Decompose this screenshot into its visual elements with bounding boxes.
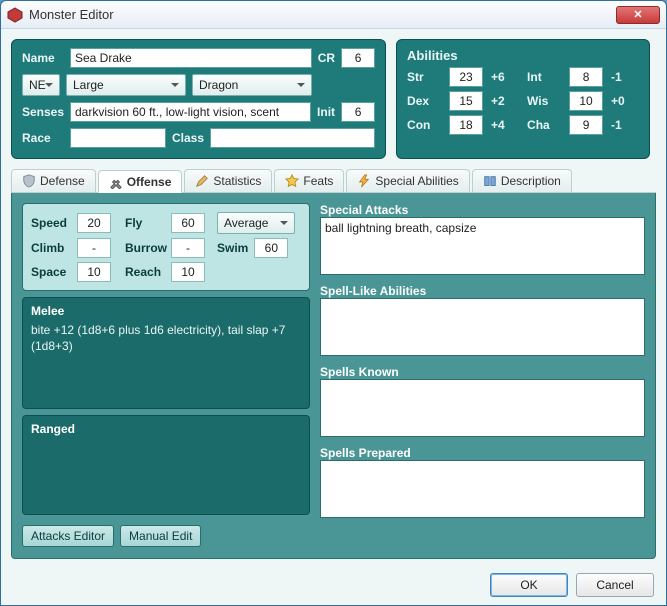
spells-known-section: Spells Known <box>320 365 645 440</box>
basics-panel: Name CR NE Large Dragon Senses Init <box>11 39 386 159</box>
tab-strip: Defense Offense Statistics Feats Special… <box>11 169 656 193</box>
offense-tab-body: Speed Fly Average Climb Burrow Swim <box>11 193 656 559</box>
melee-text: bite +12 (1d8+6 plus 1d6 electricity), t… <box>31 322 301 372</box>
spells-prepared-input[interactable] <box>320 460 645 518</box>
melee-panel: Melee bite +12 (1d8+6 plus 1d6 electrici… <box>22 297 310 409</box>
int-label: Int <box>527 70 561 84</box>
dialog-buttons: OK Cancel <box>490 573 654 597</box>
wis-mod: +0 <box>611 94 639 108</box>
manual-edit-button[interactable]: Manual Edit <box>120 525 201 547</box>
name-input[interactable] <box>70 48 312 68</box>
attacks-editor-button[interactable]: Attacks Editor <box>22 525 114 547</box>
con-label: Con <box>407 118 441 132</box>
space-label: Space <box>31 265 71 279</box>
speed-box: Speed Fly Average Climb Burrow Swim <box>22 203 310 291</box>
tab-feats[interactable]: Feats <box>274 169 344 192</box>
book-icon <box>483 174 497 188</box>
star-icon <box>285 174 299 188</box>
int-mod: -1 <box>611 70 639 84</box>
special-attacks-input[interactable] <box>320 217 645 275</box>
fly-input[interactable] <box>171 213 205 233</box>
wis-label: Wis <box>527 94 561 108</box>
senses-label: Senses <box>22 105 64 119</box>
titlebar: Monster Editor ✕ <box>1 1 666 29</box>
str-mod: +6 <box>491 70 519 84</box>
app-icon <box>7 7 23 23</box>
int-input[interactable] <box>569 67 603 87</box>
swords-icon <box>109 175 123 189</box>
cha-input[interactable] <box>569 115 603 135</box>
con-input[interactable] <box>449 115 483 135</box>
tab-statistics[interactable]: Statistics <box>184 169 272 192</box>
space-input[interactable] <box>77 262 111 282</box>
burrow-label: Burrow <box>125 241 165 255</box>
window-close-button[interactable]: ✕ <box>616 6 660 24</box>
ranged-text <box>31 440 301 490</box>
con-mod: +4 <box>491 118 519 132</box>
pencil-icon <box>195 174 209 188</box>
swim-input[interactable] <box>254 238 288 258</box>
dex-mod: +2 <box>491 94 519 108</box>
init-label: Init <box>317 105 335 119</box>
cr-label: CR <box>318 51 335 65</box>
race-label: Race <box>22 131 64 145</box>
race-input[interactable] <box>70 128 166 148</box>
fly-label: Fly <box>125 216 165 230</box>
maneuverability-select[interactable]: Average <box>217 212 295 234</box>
dex-input[interactable] <box>449 91 483 111</box>
speed-label: Speed <box>31 216 71 230</box>
spells-known-input[interactable] <box>320 379 645 437</box>
reach-label: Reach <box>125 265 165 279</box>
name-label: Name <box>22 51 64 65</box>
sla-input[interactable] <box>320 298 645 356</box>
tab-defense[interactable]: Defense <box>11 169 96 192</box>
alignment-select[interactable]: NE <box>22 74 60 96</box>
tab-offense[interactable]: Offense <box>98 170 183 193</box>
reach-input[interactable] <box>171 262 205 282</box>
cha-mod: -1 <box>611 118 639 132</box>
burrow-input[interactable] <box>171 238 205 258</box>
sla-section: Spell-Like Abilities <box>320 284 645 359</box>
senses-input[interactable] <box>70 102 311 122</box>
ok-button[interactable]: OK <box>490 573 568 597</box>
window-title: Monster Editor <box>29 7 114 22</box>
wis-input[interactable] <box>569 91 603 111</box>
tab-special-abilities[interactable]: Special Abilities <box>346 169 469 192</box>
ranged-panel: Ranged <box>22 415 310 515</box>
monster-editor-window: Monster Editor ✕ Name CR NE Large Dragon… <box>0 0 667 606</box>
abilities-panel: Abilities Str +6 Int -1 Dex +2 Wis +0 Co… <box>396 39 650 159</box>
cha-label: Cha <box>527 118 561 132</box>
special-attacks-section: Special Attacks <box>320 203 645 278</box>
str-input[interactable] <box>449 67 483 87</box>
climb-label: Climb <box>31 241 71 255</box>
class-input[interactable] <box>210 128 375 148</box>
spells-known-title: Spells Known <box>320 365 645 379</box>
shield-icon <box>22 174 36 188</box>
cancel-button[interactable]: Cancel <box>576 573 654 597</box>
type-select[interactable]: Dragon <box>192 74 312 96</box>
spells-prepared-title: Spells Prepared <box>320 446 645 460</box>
climb-input[interactable] <box>77 238 111 258</box>
str-label: Str <box>407 70 441 84</box>
sla-title: Spell-Like Abilities <box>320 284 645 298</box>
speed-input[interactable] <box>77 213 111 233</box>
init-input[interactable] <box>341 102 375 122</box>
ranged-title: Ranged <box>31 422 301 436</box>
abilities-title: Abilities <box>407 48 639 63</box>
spells-prepared-section: Spells Prepared <box>320 446 645 521</box>
bolt-icon <box>357 174 371 188</box>
swim-label: Swim <box>217 241 248 255</box>
special-attacks-title: Special Attacks <box>320 203 645 217</box>
tab-description[interactable]: Description <box>472 169 572 192</box>
class-label: Class <box>172 131 204 145</box>
melee-title: Melee <box>31 304 301 318</box>
cr-input[interactable] <box>341 48 375 68</box>
size-select[interactable]: Large <box>66 74 186 96</box>
content-area: Name CR NE Large Dragon Senses Init <box>1 29 666 565</box>
dex-label: Dex <box>407 94 441 108</box>
